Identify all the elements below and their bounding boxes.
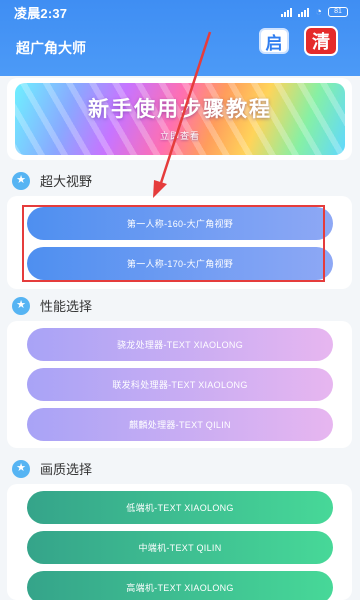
app-title: 超广角大师 <box>16 40 86 56</box>
low-end-button[interactable]: 低端机-TEXT XIAOLONG <box>27 491 333 524</box>
snapdragon-button[interactable]: 骁龙处理器-TEXT XIAOLONG <box>27 328 333 361</box>
signal-icon <box>298 7 310 17</box>
section-header-view: ★ 超大视野 <box>12 171 92 190</box>
fov-160-button[interactable]: 第一人称-160-大广角视野 <box>27 207 333 240</box>
section-header-performance: ★ 性能选择 <box>12 296 92 315</box>
battery-icon: 81 <box>328 7 348 17</box>
high-end-button[interactable]: 高端机-TEXT XIAOLONG <box>27 571 333 600</box>
section-title-view: 超大视野 <box>40 174 93 189</box>
wifi-icon: ◔ <box>315 6 322 18</box>
app-header: 凌晨2:37 ◔ 81 超广角大师 启 清 <box>0 0 360 76</box>
tutorial-banner[interactable]: 新手使用步骤教程 立即查看 <box>15 83 345 155</box>
mediatek-button[interactable]: 联发科处理器-TEXT XIAOLONG <box>27 368 333 401</box>
fov-170-button[interactable]: 第一人称-170-大广角视野 <box>27 247 333 280</box>
star-icon: ★ <box>12 171 30 190</box>
banner-subtitle: 立即查看 <box>159 131 200 141</box>
section-title-performance: 性能选择 <box>40 299 93 314</box>
status-bar: 凌晨2:37 ◔ 81 <box>0 0 360 24</box>
clean-badge-button[interactable]: 清 <box>304 26 338 56</box>
mid-end-button[interactable]: 中端机-TEXT QILIN <box>27 531 333 564</box>
signal-icon <box>281 7 293 17</box>
star-icon: ★ <box>12 459 30 478</box>
kirin-button[interactable]: 麒麟处理器-TEXT QILIN <box>27 408 333 441</box>
status-time: 凌晨2:37 <box>14 5 68 21</box>
section-title-quality: 画质选择 <box>40 462 93 477</box>
status-icons: ◔ 81 <box>281 6 348 18</box>
start-badge-button[interactable]: 启 <box>259 28 289 54</box>
star-icon: ★ <box>12 296 30 315</box>
banner-title: 新手使用步骤教程 <box>88 98 272 121</box>
battery-level: 81 <box>334 8 342 15</box>
section-header-quality: ★ 画质选择 <box>12 459 92 478</box>
